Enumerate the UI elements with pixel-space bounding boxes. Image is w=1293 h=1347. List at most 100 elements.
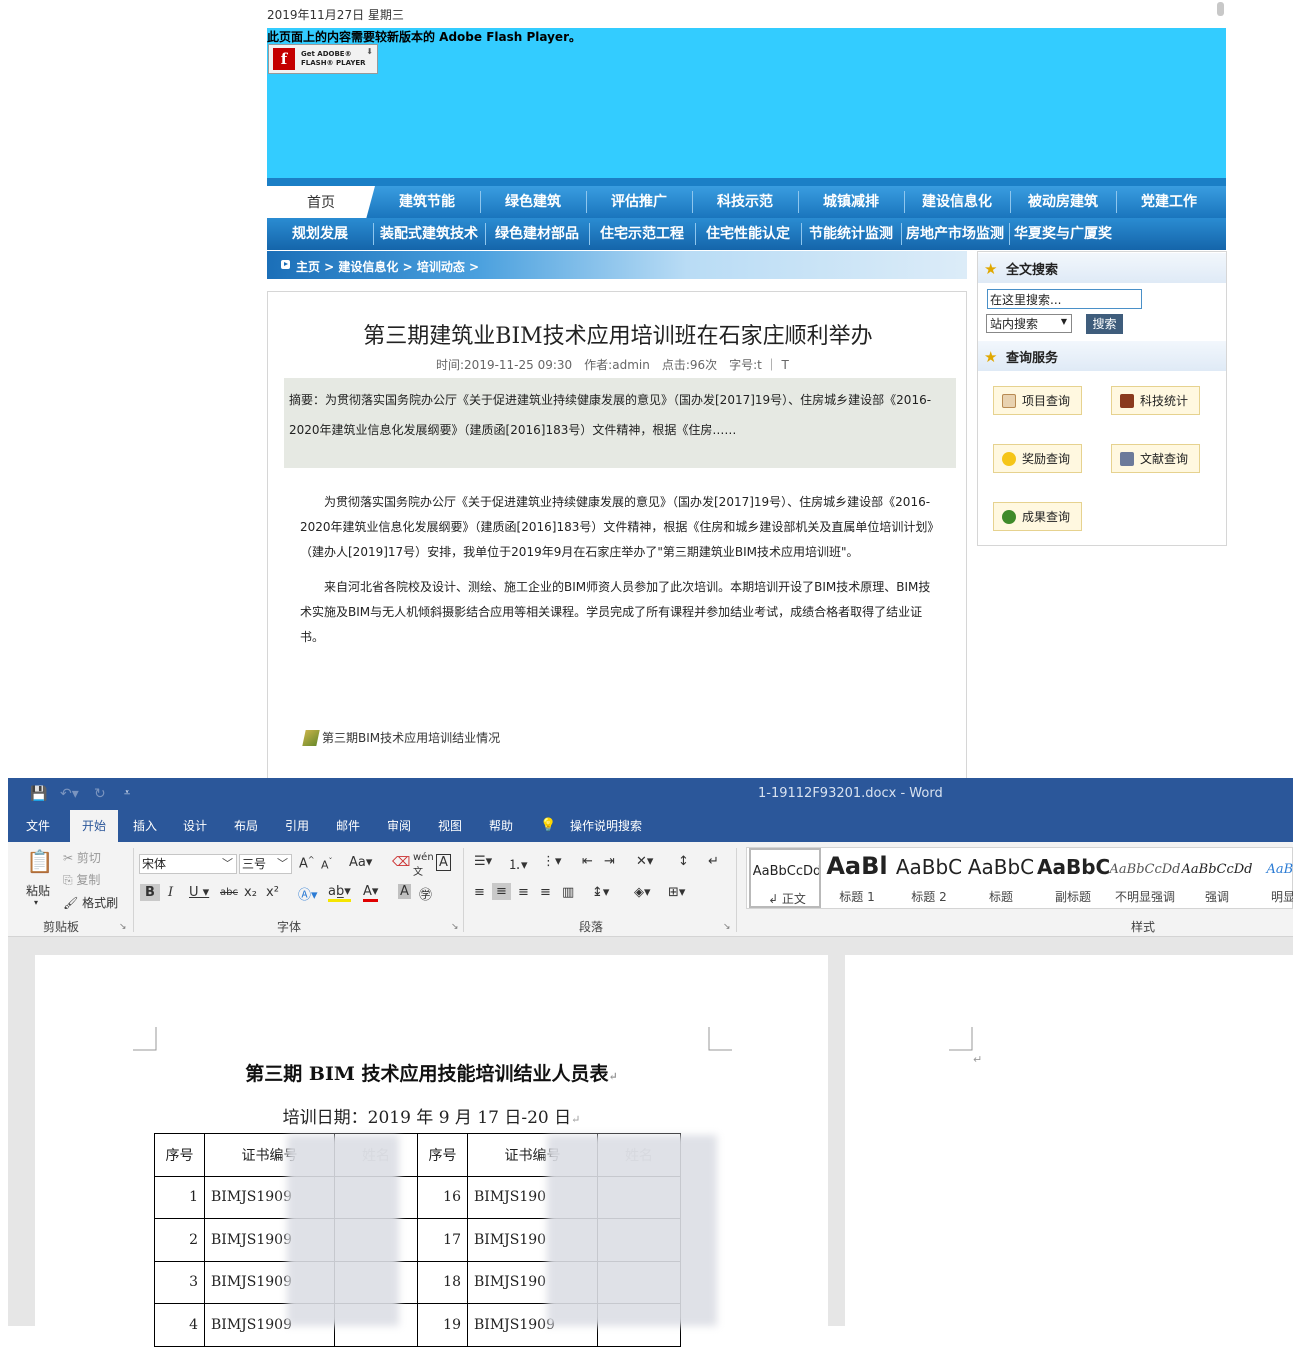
nav-item-building-energy[interactable]: 建筑节能 <box>375 186 479 218</box>
nav-item-awards[interactable]: 华夏奖与广厦奖 <box>1009 218 1117 250</box>
tab-file[interactable]: 文件 <box>16 810 60 842</box>
align-right-icon[interactable]: ≡ <box>518 885 529 900</box>
nav-item-realestate[interactable]: 房地产市场监测 <box>901 218 1009 250</box>
nav-item-home[interactable]: 首页 <box>267 186 375 218</box>
align-left-icon[interactable]: ≡ <box>474 885 485 900</box>
multilevel-list-icon[interactable]: ⋮▾ <box>542 854 562 869</box>
tab-design[interactable]: 设计 <box>174 810 216 842</box>
nav-item-emission[interactable]: 城镇减排 <box>799 186 903 218</box>
style-subtitle[interactable]: AaBbC 副标题 <box>1037 848 1109 908</box>
font-name-select[interactable]: 宋体 <box>139 854 237 874</box>
clipboard-launcher-icon[interactable]: ↘ <box>119 922 127 932</box>
tab-references[interactable]: 引用 <box>276 810 318 842</box>
highlight-icon[interactable]: ab̲▾ <box>328 884 351 902</box>
numbering-icon[interactable]: ⒈▾ <box>508 854 528 873</box>
nav-item-housing-performance[interactable]: 住宅性能认定 <box>695 218 801 250</box>
style-normal[interactable]: AaBbCcDd ↲ 正文 <box>749 848 821 908</box>
style-title[interactable]: AaBbC 标题 <box>965 848 1037 908</box>
style-heading2[interactable]: AaBbC 标题 2 <box>893 848 965 908</box>
save-icon[interactable]: 💾 <box>30 786 47 802</box>
chinese-layout-icon[interactable]: ✕▾ <box>636 854 653 869</box>
nav-item-evaluation[interactable]: 评估推广 <box>587 186 691 218</box>
results-query-button[interactable]: 成果查询 <box>993 502 1082 531</box>
nav-item-green-materials[interactable]: 绿色建材部品 <box>485 218 589 250</box>
distributed-icon[interactable]: ▥ <box>562 885 574 900</box>
award-query-button[interactable]: 奖励查询 <box>993 444 1082 473</box>
bold-button[interactable]: B <box>140 884 160 901</box>
search-input[interactable]: 在这里搜索... <box>987 289 1142 309</box>
literature-query-button[interactable]: 文献查询 <box>1111 444 1200 473</box>
justify-icon[interactable]: ≡ <box>540 885 551 900</box>
line-spacing-icon[interactable]: ↨▾ <box>592 885 609 900</box>
font-size-select[interactable]: 三号 <box>239 854 292 874</box>
nav-item-construction-it[interactable]: 建设信息化 <box>905 186 1009 218</box>
format-painter-button[interactable]: 🖌 格式刷 <box>63 894 118 911</box>
cut-button[interactable]: ✂ 剪切 <box>63 849 101 866</box>
header-no[interactable]: 序号 <box>154 1133 205 1177</box>
nav-item-energy-stats[interactable]: 节能统计监测 <box>801 218 901 250</box>
paste-dropdown-icon[interactable]: ▾ <box>34 898 38 907</box>
subscript-button[interactable]: x₂ <box>244 885 257 900</box>
nav-item-passive-house[interactable]: 被动房建筑 <box>1011 186 1115 218</box>
copy-button[interactable]: ⎘ 复制 <box>63 871 100 888</box>
customize-toolbar-icon[interactable]: ⩡ <box>124 786 130 800</box>
tab-mailings[interactable]: 邮件 <box>327 810 369 842</box>
style-heading1[interactable]: AaBl 标题 1 <box>821 848 893 908</box>
superscript-button[interactable]: x² <box>266 885 279 900</box>
paragraph-launcher-icon[interactable]: ↘ <box>723 922 731 932</box>
underline-button[interactable]: U ▾ <box>189 885 209 900</box>
get-flash-button[interactable]: f Get ADOBE® FLASH® PLAYER ⬇ <box>268 44 378 74</box>
align-center-icon[interactable]: ≡ <box>492 883 511 900</box>
grow-font-icon[interactable]: A^ <box>299 855 315 871</box>
tab-home[interactable]: 开始 <box>70 810 118 842</box>
shading-icon[interactable]: ◈▾ <box>634 885 651 900</box>
attachment-link[interactable]: 第三期BIM技术应用培训结业情况 <box>302 729 500 746</box>
tab-review[interactable]: 审阅 <box>378 810 420 842</box>
document-heading[interactable]: 第三期 BIM 技术应用技能培训结业人员表↵ <box>35 1059 828 1086</box>
strikethrough-button[interactable]: abc <box>220 887 238 898</box>
style-subtle-emphasis[interactable]: AaBbCcDd 不明显强调 <box>1109 848 1181 908</box>
char-border-icon[interactable]: A <box>436 854 451 871</box>
search-button[interactable]: 搜索 <box>1086 314 1123 334</box>
nav-item-prefab[interactable]: 装配式建筑技术 <box>373 218 485 250</box>
header-no[interactable]: 序号 <box>417 1133 468 1177</box>
enclose-char-icon[interactable]: ㊫ <box>419 884 432 903</box>
project-query-button[interactable]: 项目查询 <box>993 386 1082 415</box>
scrollbar-thumb[interactable] <box>1217 2 1224 16</box>
tell-me-search[interactable]: 操作说明搜索 <box>564 810 648 842</box>
tab-layout[interactable]: 布局 <box>225 810 267 842</box>
shrink-font-icon[interactable]: Aˇ <box>321 857 333 872</box>
paste-button[interactable]: 粘贴 <box>26 882 50 899</box>
redo-icon[interactable]: ↻ <box>94 786 106 802</box>
font-color-icon[interactable]: A▾ <box>363 884 379 902</box>
undo-icon[interactable]: ↶▾ <box>60 786 79 802</box>
nav-item-green-building[interactable]: 绿色建筑 <box>481 186 585 218</box>
decrease-indent-icon[interactable]: ⇤ <box>582 854 593 869</box>
training-date-line[interactable]: 培训日期：2019 年 9 月 17 日-20 日↵ <box>35 1103 828 1128</box>
breadcrumb-text[interactable]: 主页 > 建设信息化 > 培训动态 > <box>296 258 479 275</box>
char-shading-icon[interactable]: A <box>398 884 411 899</box>
nav-item-tech-demo[interactable]: 科技示范 <box>693 186 797 218</box>
font-launcher-icon[interactable]: ↘ <box>451 922 459 932</box>
tab-view[interactable]: 视图 <box>429 810 471 842</box>
nav-item-party-work[interactable]: 党建工作 <box>1117 186 1221 218</box>
sort-icon[interactable]: ↕ <box>678 854 689 869</box>
search-scope-select[interactable]: 站内搜索 <box>986 314 1072 333</box>
nav-item-planning[interactable]: 规划发展 <box>267 218 373 250</box>
change-case-icon[interactable]: Aa▾ <box>349 855 372 870</box>
nav-item-housing-demo[interactable]: 住宅示范工程 <box>589 218 695 250</box>
style-intense-emphasis[interactable]: AaBbC 明显强 <box>1253 848 1293 908</box>
text-effects-icon[interactable]: Ⓐ▾ <box>298 884 318 903</box>
tab-help[interactable]: 帮助 <box>480 810 522 842</box>
phonetic-guide-icon[interactable]: wén 文 <box>413 852 434 878</box>
show-marks-icon[interactable]: ↵ <box>708 854 719 869</box>
paste-icon[interactable]: 📋 <box>26 850 53 875</box>
tab-insert[interactable]: 插入 <box>124 810 166 842</box>
tech-stats-button[interactable]: 科技统计 <box>1111 386 1200 415</box>
clear-format-icon[interactable]: ⌫ <box>392 855 410 870</box>
borders-icon[interactable]: ⊞▾ <box>668 885 685 900</box>
bullets-icon[interactable]: ☰▾ <box>474 854 492 869</box>
increase-indent-icon[interactable]: ⇥ <box>604 854 615 869</box>
style-emphasis[interactable]: AaBbCcDd 强调 <box>1181 848 1253 908</box>
italic-button[interactable]: I <box>168 885 173 900</box>
